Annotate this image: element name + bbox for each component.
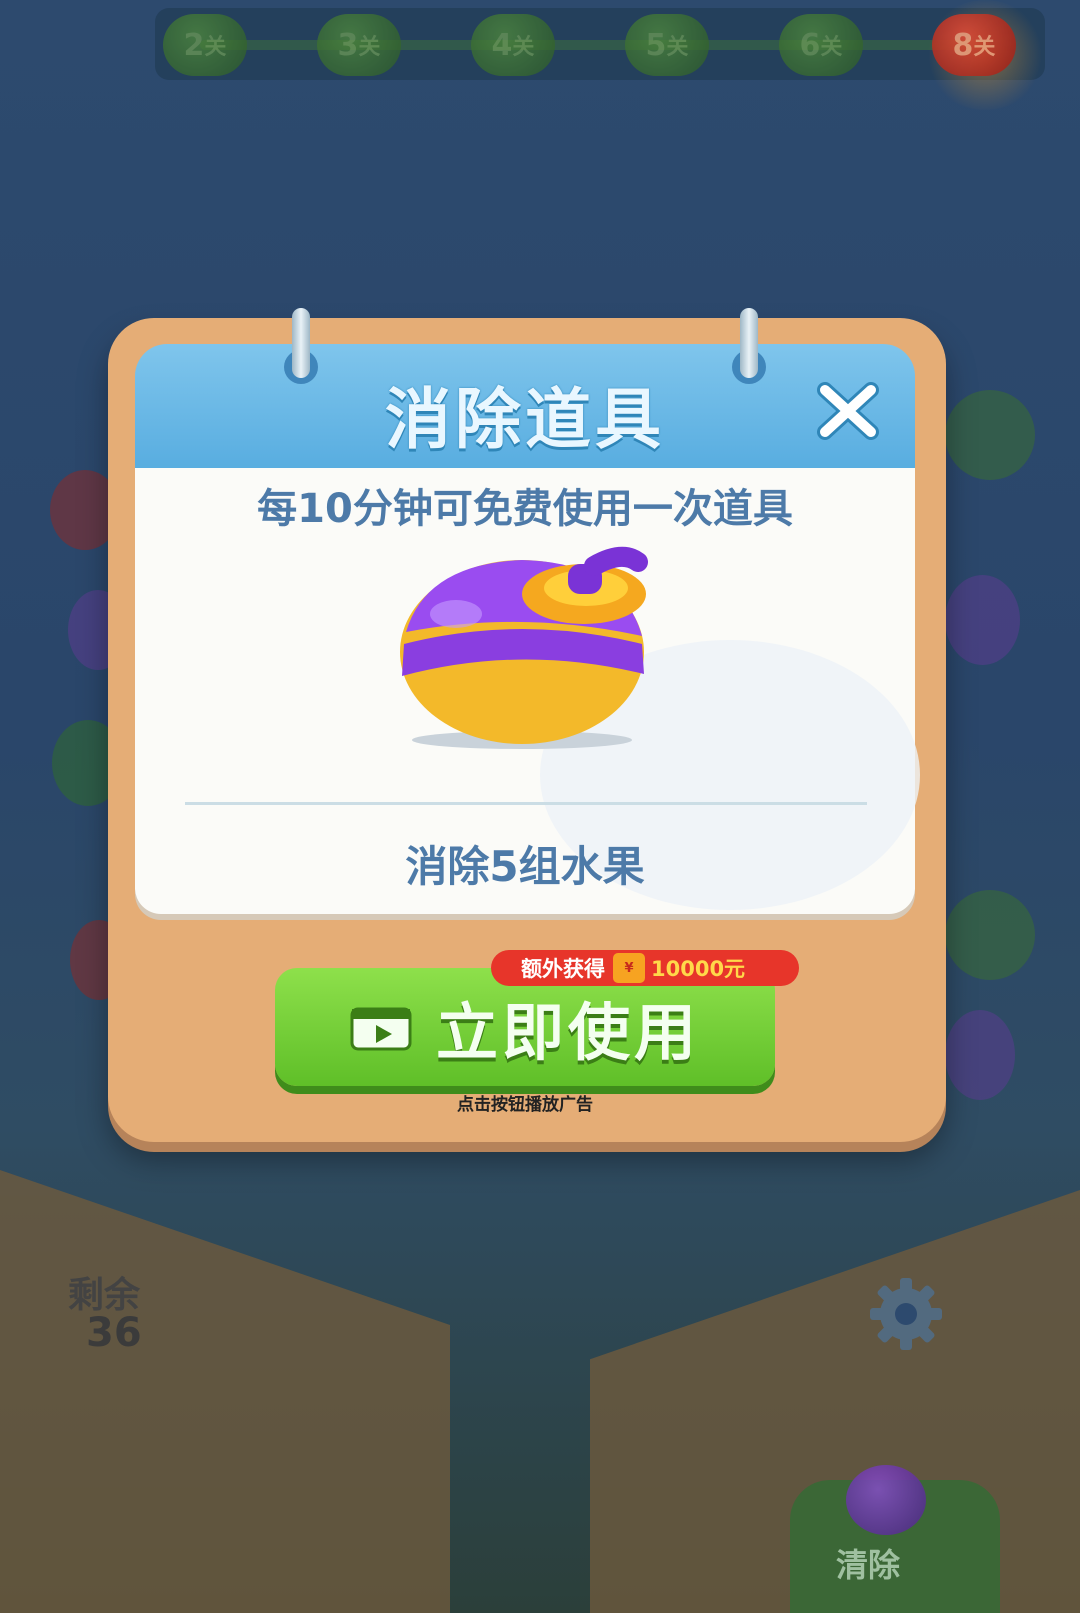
use-now-label: 立即使用 bbox=[435, 996, 700, 1069]
video-icon bbox=[350, 1007, 412, 1051]
bomb-icon bbox=[846, 1465, 926, 1535]
close-button[interactable] bbox=[808, 376, 888, 446]
close-icon bbox=[817, 382, 879, 440]
level-node-6: 6关 bbox=[779, 14, 863, 76]
red-envelope-icon: ¥ bbox=[613, 953, 645, 983]
level-number: 6 bbox=[799, 27, 821, 63]
clear-label: 清除 bbox=[836, 1546, 901, 1584]
bonus-label: 额外获得 bbox=[521, 957, 605, 981]
purple-bomb-icon bbox=[400, 546, 648, 749]
gear-icon[interactable] bbox=[866, 1274, 946, 1354]
level-suffix: 关 bbox=[666, 35, 689, 60]
level-node-4: 4关 bbox=[471, 14, 555, 76]
level-suffix: 关 bbox=[204, 35, 227, 60]
modal-subtitle: 每10分钟可免费使用一次道具 bbox=[257, 486, 793, 532]
level-node-current: 8关 bbox=[932, 14, 1016, 76]
grapes-icon bbox=[945, 1010, 1015, 1100]
ground-left bbox=[0, 1170, 450, 1613]
modal-title: 消除道具 bbox=[385, 381, 665, 458]
cabbage-icon bbox=[945, 390, 1035, 480]
level-suffix: 关 bbox=[973, 35, 996, 60]
modal-divider bbox=[185, 802, 867, 805]
level-number: 5 bbox=[645, 27, 667, 63]
bonus-badge: 额外获得 ¥ 10000元 bbox=[491, 950, 799, 986]
level-node-5: 5关 bbox=[625, 14, 709, 76]
level-suffix: 关 bbox=[358, 35, 381, 60]
ad-hint: 点击按钮播放广告 bbox=[457, 1095, 593, 1115]
level-number: 2 bbox=[183, 27, 205, 63]
grapes-icon bbox=[945, 575, 1020, 665]
level-number: 8 bbox=[952, 27, 974, 63]
level-number: 3 bbox=[337, 27, 359, 63]
level-suffix: 关 bbox=[820, 35, 843, 60]
bonus-amount: 10000元 bbox=[651, 957, 746, 981]
cabbage-icon bbox=[945, 890, 1035, 980]
level-node-2: 2关 bbox=[163, 14, 247, 76]
level-node-3: 3关 bbox=[317, 14, 401, 76]
remaining-count: 36 bbox=[86, 1310, 142, 1356]
item-description: 消除5组水果 bbox=[405, 842, 645, 891]
level-suffix: 关 bbox=[512, 35, 535, 60]
level-number: 4 bbox=[491, 27, 513, 63]
